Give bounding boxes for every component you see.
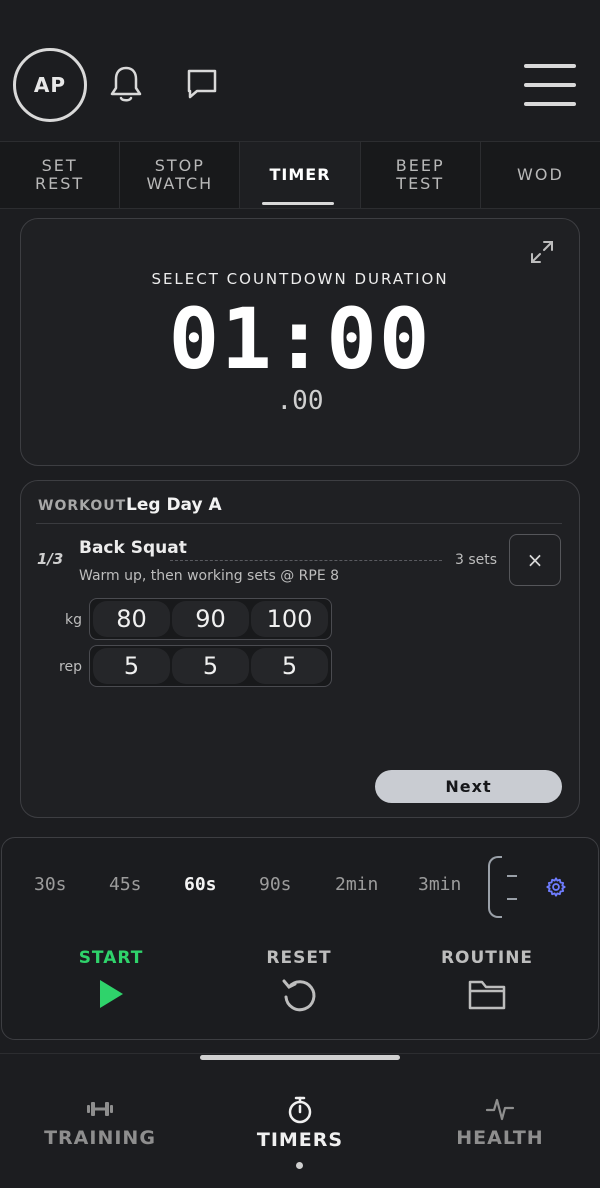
preset-2min[interactable]: 2min <box>335 874 378 895</box>
routine-label[interactable]: ROUTINE <box>417 948 557 968</box>
workout-name: Leg Day A <box>126 495 222 515</box>
play-icon[interactable] <box>41 974 181 1014</box>
workout-divider <box>36 523 562 524</box>
gear-icon[interactable] <box>545 876 567 898</box>
folder-icon[interactable] <box>417 974 557 1014</box>
preset-45s[interactable]: 45s <box>109 874 142 895</box>
rep-cell[interactable]: 5 <box>93 648 170 684</box>
rep-row-label: rep <box>59 659 82 675</box>
nav-timers[interactable]: TIMERS <box>200 1095 400 1151</box>
next-button[interactable]: Next <box>375 770 562 803</box>
timer-tabs: SET REST STOP WATCH TIMER BEEP TEST WOD <box>0 141 600 209</box>
hamburger-menu-icon[interactable] <box>524 64 576 106</box>
tab-set-rest[interactable]: SET REST <box>0 142 121 208</box>
nav-health-label: HEALTH <box>456 1127 544 1149</box>
preset-30s[interactable]: 30s <box>34 874 67 895</box>
rep-row: 5 5 5 <box>89 645 332 687</box>
nav-training[interactable]: TRAINING <box>0 1095 200 1149</box>
rep-cell[interactable]: 5 <box>172 648 249 684</box>
countdown-prompt: SELECT COUNTDOWN DURATION <box>151 270 449 288</box>
reset-icon[interactable] <box>229 974 369 1014</box>
start-label[interactable]: START <box>41 948 181 968</box>
preset-90s[interactable]: 90s <box>259 874 292 895</box>
dumbbell-icon <box>87 1102 113 1116</box>
kg-cell[interactable]: 80 <box>93 601 170 637</box>
custom-preset-bracket[interactable] <box>488 856 502 918</box>
remove-exercise-button[interactable]: × <box>509 534 561 586</box>
pulse-icon <box>485 1098 515 1121</box>
preset-3min[interactable]: 3min <box>418 874 461 895</box>
countdown-time[interactable]: 01:00 <box>20 290 580 388</box>
expand-icon[interactable] <box>528 238 556 266</box>
exercise-note: Warm up, then working sets @ RPE 8 <box>79 568 340 584</box>
custom-preset-tick <box>507 898 517 900</box>
nav-health[interactable]: HEALTH <box>400 1095 600 1149</box>
kg-row-label: kg <box>65 612 82 628</box>
countdown-fraction: .00 <box>276 386 324 416</box>
avatar[interactable]: AP <box>13 48 87 122</box>
tab-beep-test[interactable]: BEEP TEST <box>361 142 481 208</box>
exercise-leader-line <box>170 560 442 561</box>
kg-row: 80 90 100 <box>89 598 332 640</box>
nav-timers-label: TIMERS <box>256 1129 344 1151</box>
reset-label[interactable]: RESET <box>229 948 369 968</box>
tab-stopwatch[interactable]: STOP WATCH <box>120 142 241 208</box>
custom-preset-tick <box>507 875 517 877</box>
active-nav-indicator <box>296 1162 303 1169</box>
exercise-name: Back Squat <box>79 538 187 558</box>
preset-60s[interactable]: 60s <box>184 874 217 895</box>
nav-training-label: TRAINING <box>44 1127 156 1149</box>
bottom-divider <box>0 1053 600 1054</box>
chat-icon[interactable] <box>180 62 224 106</box>
kg-cell[interactable]: 90 <box>172 601 249 637</box>
tab-wod[interactable]: WOD <box>481 142 600 208</box>
rep-cell[interactable]: 5 <box>251 648 328 684</box>
tab-timer[interactable]: TIMER <box>240 142 361 208</box>
exercise-sets: 3 sets <box>455 552 498 568</box>
exercise-counter: 1/3 <box>37 550 64 568</box>
bell-icon[interactable] <box>104 62 148 106</box>
kg-cell[interactable]: 100 <box>251 601 328 637</box>
stopwatch-icon <box>288 1096 312 1124</box>
workout-label: WORKOUT <box>38 498 127 514</box>
bottom-sheet-handle[interactable] <box>200 1055 400 1060</box>
